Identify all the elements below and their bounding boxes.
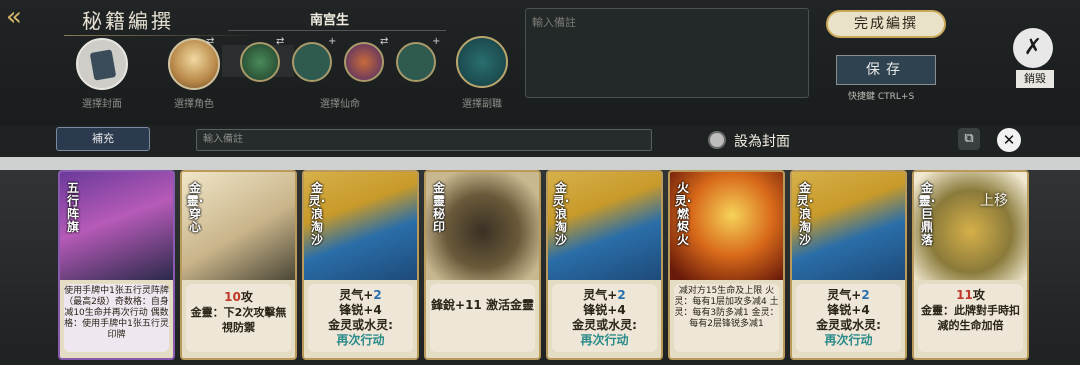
save-button[interactable]: 保存 [836, 55, 936, 85]
fate-slot-2[interactable] [292, 42, 332, 82]
qi-value: 2 [617, 288, 626, 302]
qi-value: 2 [861, 288, 870, 302]
condition-text: 金灵或水灵: [572, 318, 637, 332]
qi-label: 灵气+ [339, 288, 374, 302]
qi-label: 灵气+ [827, 288, 862, 302]
character-slot-label: 選擇角色 [174, 99, 214, 110]
cover-slot[interactable] [76, 38, 128, 90]
sub-job-slot[interactable] [456, 36, 508, 88]
set-cover-label[interactable]: 設為封面 [734, 131, 790, 151]
card-8[interactable]: 金靈·巨鼎落 11攻 金靈：此牌對手時扣減的生命加倍 [912, 170, 1029, 360]
qi-label: 灵气+ [583, 288, 618, 302]
fate-slot-3[interactable] [344, 42, 384, 82]
card-effect: 金靈：此牌對手時扣減的生命加倍 [921, 304, 1020, 332]
plus-icon[interactable]: + [432, 36, 440, 47]
again-text: 再次行动 [580, 333, 629, 347]
attack-label: 攻 [240, 290, 253, 304]
note-placeholder: 輸入備註 [532, 16, 576, 29]
swap-icon[interactable]: ⇄ [380, 36, 388, 47]
cover-slot-label: 選擇封面 [82, 99, 122, 110]
condition-text: 金灵或水灵: [328, 318, 393, 332]
card-4[interactable]: 金靈秘印 鋒銳+11 激活金靈 [424, 170, 541, 360]
attack-value: 11 [956, 288, 973, 302]
condition-text: 金灵或水灵: [816, 318, 881, 332]
swap-icon[interactable]: ⇄ [276, 36, 284, 47]
page-title: 秘籍編撰 [82, 9, 174, 33]
close-icon[interactable]: ✕ [997, 128, 1021, 152]
card-desc: 鋒銳+11 激活金靈 [430, 284, 535, 352]
card-name: 火灵·燃烬火 [674, 181, 692, 247]
sect-divider [228, 30, 446, 31]
destroy-icon[interactable]: ✗ [1013, 28, 1053, 68]
copy-icon[interactable]: ⧉ [958, 128, 980, 150]
card-desc: 11攻 金靈：此牌對手時扣減的生命加倍 [918, 284, 1023, 352]
again-text: 再次行动 [824, 333, 873, 347]
card-desc: 减对方15生命及上限 火灵：每有1层加攻多减4 土灵：每有3防多减1 金灵：每有… [674, 284, 779, 352]
move-up-label[interactable]: 上移 [980, 190, 1008, 210]
card-name: 金灵·浪淘沙 [552, 181, 570, 247]
plus-icon[interactable]: + [328, 36, 336, 47]
supplement-dropdown[interactable]: 補充 [56, 127, 150, 151]
finish-button[interactable]: 完成編撰 [826, 10, 946, 38]
back-arrow-icon[interactable]: « [6, 4, 48, 32]
sect-name: 南宫生 [310, 13, 350, 28]
attack-value: 10 [224, 290, 241, 304]
card-name: 五行阵旗 [66, 181, 79, 234]
destroy-button[interactable]: 銷毀 [1016, 70, 1054, 88]
card-note-input[interactable]: 輸入備註 [196, 129, 652, 151]
card-desc: 使用手牌中1张五行灵阵牌（最高2级）奇数格：自身减10生命并再次行动 偶数格：使… [64, 284, 169, 352]
cover-icon [89, 49, 117, 81]
card-desc: 灵气+2 锋锐+4 金灵或水灵: 再次行动 [796, 284, 901, 352]
swap-icon[interactable]: ⇄ [206, 36, 214, 47]
card-desc: 10攻 金靈：下2次攻擊無視防禦 [186, 284, 291, 352]
card-name: 金靈·巨鼎落 [918, 181, 936, 247]
card-3[interactable]: 金灵·浪淘沙 灵气+2 锋锐+4 金灵或水灵: 再次行动 [302, 170, 419, 360]
card-desc: 灵气+2 锋锐+4 金灵或水灵: 再次行动 [308, 284, 413, 352]
card-desc: 灵气+2 锋锐+4 金灵或水灵: 再次行动 [552, 284, 657, 352]
fate-slot-1[interactable] [240, 42, 280, 82]
card-name: 金靈·穿心 [186, 181, 204, 234]
sharpness-text: 锋锐+4 [827, 303, 870, 317]
set-cover-radio[interactable] [708, 131, 726, 149]
card-name: 金灵·浪淘沙 [796, 181, 814, 247]
shortcut-hint: 快捷鍵 CTRL+S [848, 92, 915, 102]
card-6[interactable]: 火灵·燃烬火 减对方15生命及上限 火灵：每有1层加攻多减4 土灵：每有3防多减… [668, 170, 785, 360]
card-2[interactable]: 金靈·穿心 10攻 金靈：下2次攻擊無視防禦 [180, 170, 297, 360]
card-7[interactable]: 金灵·浪淘沙 灵气+2 锋锐+4 金灵或水灵: 再次行动 [790, 170, 907, 360]
fate-slot-label: 選擇仙命 [320, 99, 360, 110]
again-text: 再次行动 [336, 333, 385, 347]
sharpness-text: 锋锐+4 [339, 303, 382, 317]
card-effect: 金靈：下2次攻擊無視防禦 [190, 306, 287, 334]
title-divider [64, 35, 264, 36]
attack-label: 攻 [972, 288, 985, 302]
card-5[interactable]: 金灵·浪淘沙 灵气+2 锋锐+4 金灵或水灵: 再次行动 [546, 170, 663, 360]
card-1[interactable]: 五行阵旗 使用手牌中1张五行灵阵牌（最高2级）奇数格：自身减10生命并再次行动 … [58, 170, 175, 360]
qi-value: 2 [373, 288, 382, 302]
card-name: 金靈秘印 [432, 181, 445, 234]
note-textarea[interactable]: 輸入備註 [525, 8, 809, 98]
fate-slot-4[interactable] [396, 42, 436, 82]
sharpness-text: 锋锐+4 [583, 303, 626, 317]
sub-job-slot-label: 選擇副職 [462, 99, 502, 110]
card-name: 金灵·浪淘沙 [308, 181, 326, 247]
